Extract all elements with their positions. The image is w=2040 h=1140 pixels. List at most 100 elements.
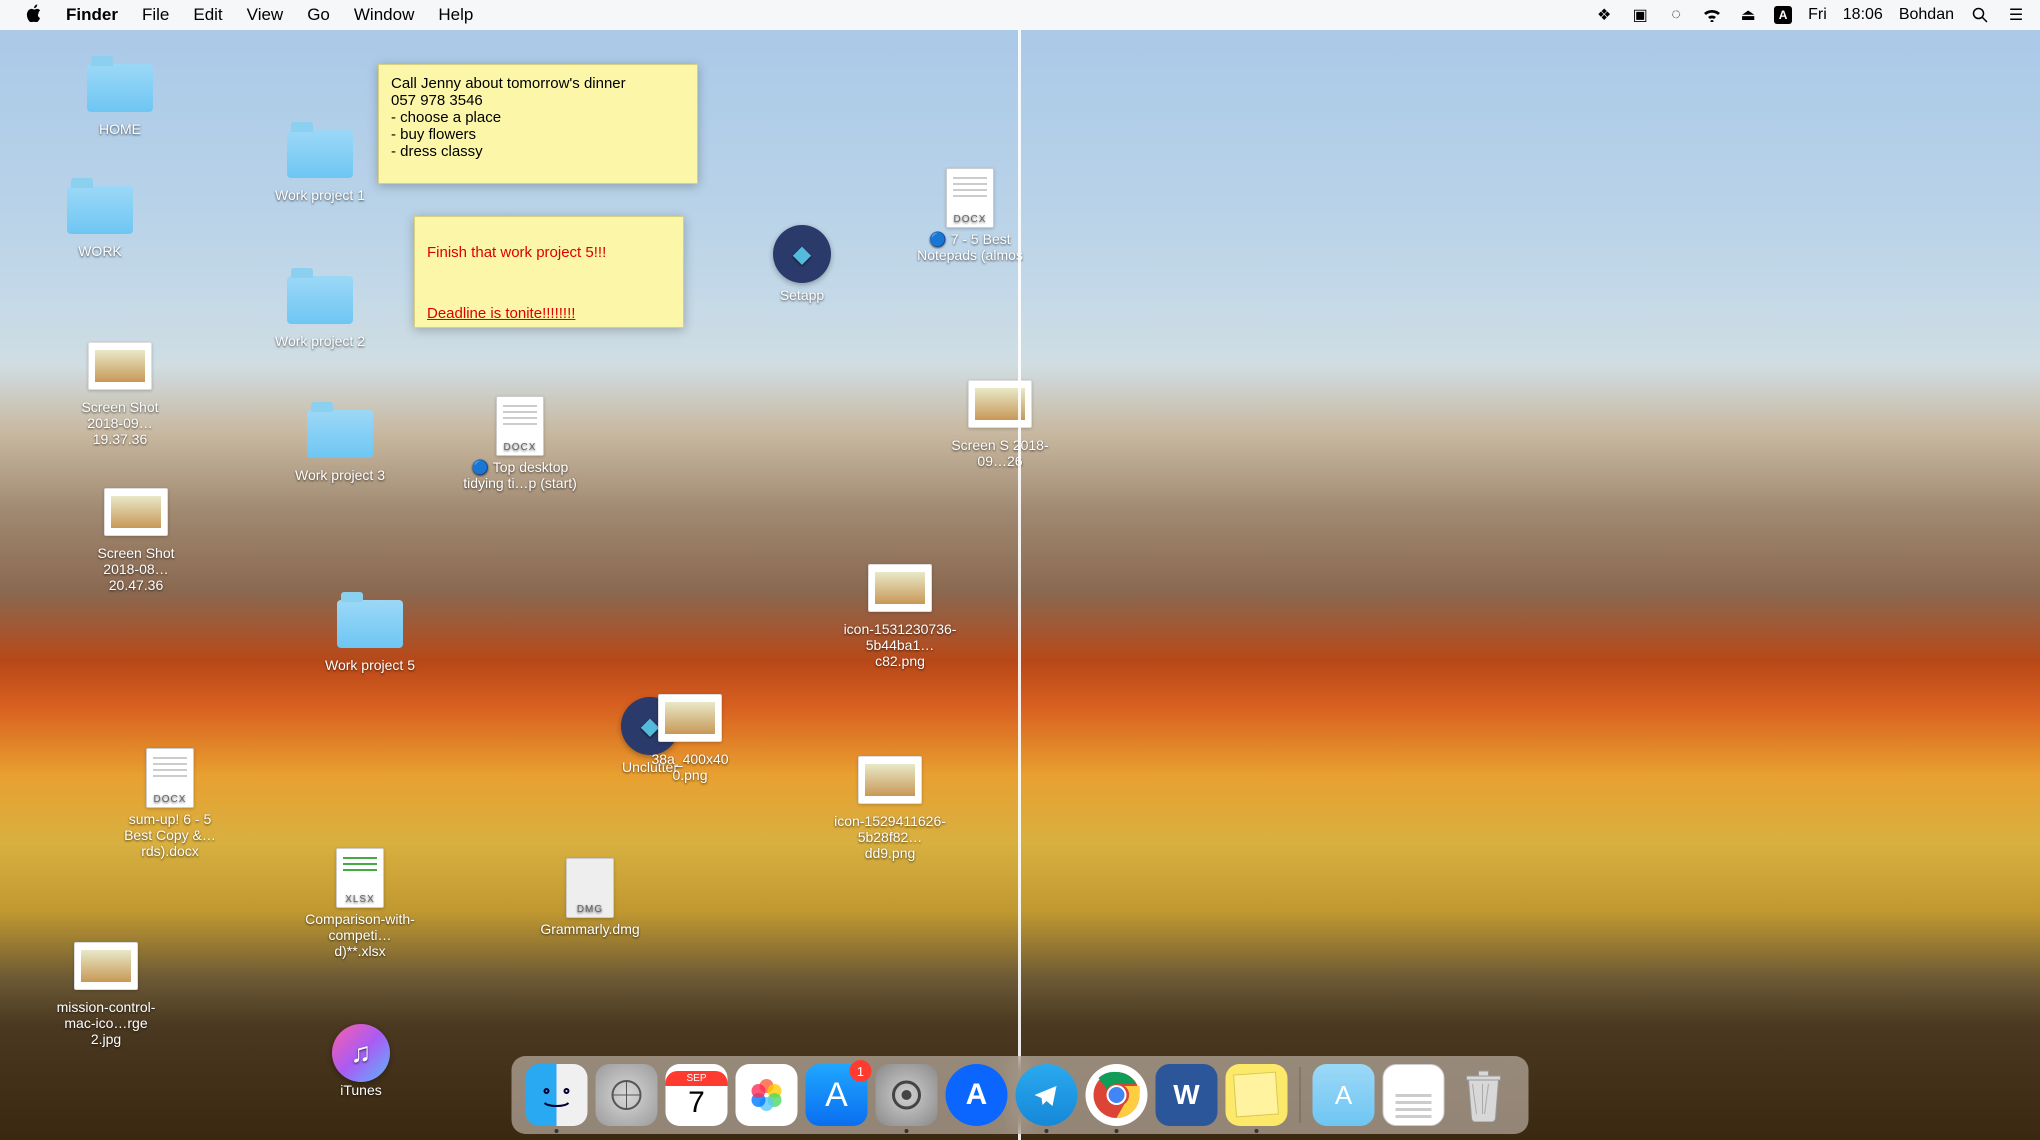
app-icon: ◆ [768,226,836,282]
image-icon [86,338,154,394]
desktop-item-wp2[interactable]: Work project 2 [260,272,380,350]
docx-icon: DOCX [486,398,554,454]
dock-stickies[interactable] [1226,1064,1288,1126]
desktop-item-png2[interactable]: icon-1531230736-5b44ba1…c82.png [840,560,960,670]
desktop-item-xlsx1[interactable]: XLSXComparison-with-competi…d)**.xlsx [300,850,420,960]
menu-file[interactable]: File [130,5,181,25]
itunes-icon: ♫ [332,1024,390,1082]
dock-appstore[interactable]: A 1 [806,1064,868,1126]
menu-help[interactable]: Help [426,5,485,25]
sync-icon[interactable]: ◌ [1666,5,1686,25]
desktop-item-label: Work project 2 [272,332,368,350]
docx-icon: DOCX [136,750,204,806]
eject-icon[interactable]: ⏏ [1738,5,1758,25]
desktop-item-label: Setapp [777,286,827,304]
desktop-item-label: Screen Shot 2018-08…20.47.36 [76,544,196,594]
image-icon [656,690,724,746]
desktop-item-dmg1[interactable]: DMGGrammarly.dmg [530,860,650,938]
itunes-app[interactable]: ♫ iTunes [332,1024,390,1098]
desktop-item-home[interactable]: HOME [60,60,180,138]
desktop-item-label: HOME [96,120,144,138]
desktop-item-label: WORK [75,242,125,260]
desktop-item-wp3[interactable]: Work project 3 [280,406,400,484]
dropbox-icon[interactable]: ❖ [1594,5,1614,25]
desktop-item-docx1[interactable]: DOCXsum-up! 6 - 5 Best Copy &…rds).docx [110,750,230,860]
notification-center-icon[interactable]: ☰ [2006,5,2026,25]
docx-icon: DOCX [936,170,1004,226]
desktop-item-png3[interactable]: icon-1529411626-5b28f82…dd9.png [830,752,950,862]
sticky-note-dinner[interactable]: Call Jenny about tomorrow's dinner 057 9… [378,64,698,184]
desktop-item-label: Work project 1 [272,186,368,204]
desktop-item-label: 38a_400x40 0.png [630,750,750,784]
dock-telegram[interactable] [1016,1064,1078,1126]
apple-menu-icon[interactable] [14,4,54,27]
menu-view[interactable]: View [235,5,296,25]
desktop-item-label: sum-up! 6 - 5 Best Copy &…rds).docx [110,810,230,860]
folder-icon [66,182,134,238]
menu-go[interactable]: Go [295,5,342,25]
dock-launchpad[interactable] [596,1064,658,1126]
dock-applications-folder[interactable]: A [1313,1064,1375,1126]
desktop-item-wp5[interactable]: Work project 5 [310,596,430,674]
appstore-badge: 1 [850,1060,872,1082]
desktop-item-label: Screen S 2018-09…26 [940,436,1060,470]
shield-icon[interactable]: ▣ [1630,5,1650,25]
comparison-divider [1018,30,1021,1140]
menu-window[interactable]: Window [342,5,426,25]
menu-edit[interactable]: Edit [181,5,234,25]
image-icon [72,938,140,994]
dock-settings[interactable] [876,1064,938,1126]
desktop-item-label: icon-1529411626-5b28f82…dd9.png [830,812,950,862]
desktop-item-topdesk[interactable]: DOCX 🔵 Top desktop tidying ti…p (start) [460,398,580,492]
menubar-day[interactable]: Fri [1808,6,1827,24]
itunes-label: iTunes [340,1082,382,1098]
dock-calendar[interactable]: SEP 7 [666,1064,728,1126]
folder-icon [286,126,354,182]
desktop-item-label: icon-1531230736-5b44ba1…c82.png [840,620,960,670]
wifi-icon[interactable] [1702,5,1722,25]
sticky-line: Deadline is tonite!!!!!!!! [427,305,671,322]
calendar-month: SEP [666,1071,728,1086]
menubar: Finder File Edit View Go Window Help ❖ ▣… [0,0,2040,30]
sticky-note-deadline[interactable]: Finish that work project 5!!! Deadline i… [414,216,684,328]
desktop[interactable]: Finder File Edit View Go Window Help ❖ ▣… [0,0,2040,1140]
folder-icon [86,60,154,116]
desktop-item-mc[interactable]: mission-control-mac-ico…rge 2.jpg [46,938,166,1048]
desktop-item-ss2[interactable]: Screen Shot 2018-08…20.47.36 [76,484,196,594]
desktop-item-ss3[interactable]: Screen S 2018-09…26 [940,376,1060,470]
dock-photos[interactable] [736,1064,798,1126]
input-source-icon[interactable]: A [1774,6,1792,24]
sticky-line: Finish that work project 5!!! [427,244,671,261]
calendar-day: 7 [688,1086,705,1120]
dock-chrome[interactable] [1086,1064,1148,1126]
desktop-item-label: Comparison-with-competi…d)**.xlsx [300,910,420,960]
spotlight-icon[interactable] [1970,5,1990,25]
desktop-item-label: Work project 5 [322,656,418,674]
dock-finder[interactable] [526,1064,588,1126]
image-icon [102,484,170,540]
image-icon [866,560,934,616]
desktop-item-label: Work project 3 [292,466,388,484]
menubar-app-name[interactable]: Finder [54,5,130,25]
desktop-item-label: Grammarly.dmg [537,920,642,938]
menubar-user[interactable]: Bohdan [1899,6,1954,24]
xlsx-icon: XLSX [326,850,394,906]
desktop-item-png1[interactable]: 38a_400x40 0.png [630,690,750,784]
desktop-item-docx2[interactable]: DOCX 🔵 7 - 5 Best Notepads (almos [910,170,1030,264]
dock-word[interactable]: W [1156,1064,1218,1126]
desktop-item-label: 🔵 Top desktop tidying ti…p (start) [460,458,580,492]
dock-app-a[interactable]: A [946,1064,1008,1126]
desktop-item-label: 🔵 7 - 5 Best Notepads (almos [910,230,1030,264]
desktop-item-work[interactable]: WORK [40,182,160,260]
desktop-item-label: mission-control-mac-ico…rge 2.jpg [46,998,166,1048]
desktop-item-setapp[interactable]: ◆ Setapp [742,226,862,304]
dock-documents-folder[interactable] [1383,1064,1445,1126]
desktop-item-label: Screen Shot 2018-09…19.37.36 [60,398,180,448]
desktop-item-ss1[interactable]: Screen Shot 2018-09…19.37.36 [60,338,180,448]
dock: SEP 7 A 1 A W [512,1056,1529,1134]
desktop-item-wp1[interactable]: Work project 1 [260,126,380,204]
dock-separator [1300,1067,1301,1123]
dock-trash[interactable] [1453,1064,1515,1126]
menubar-time[interactable]: 18:06 [1843,6,1883,24]
folder-icon [306,406,374,462]
